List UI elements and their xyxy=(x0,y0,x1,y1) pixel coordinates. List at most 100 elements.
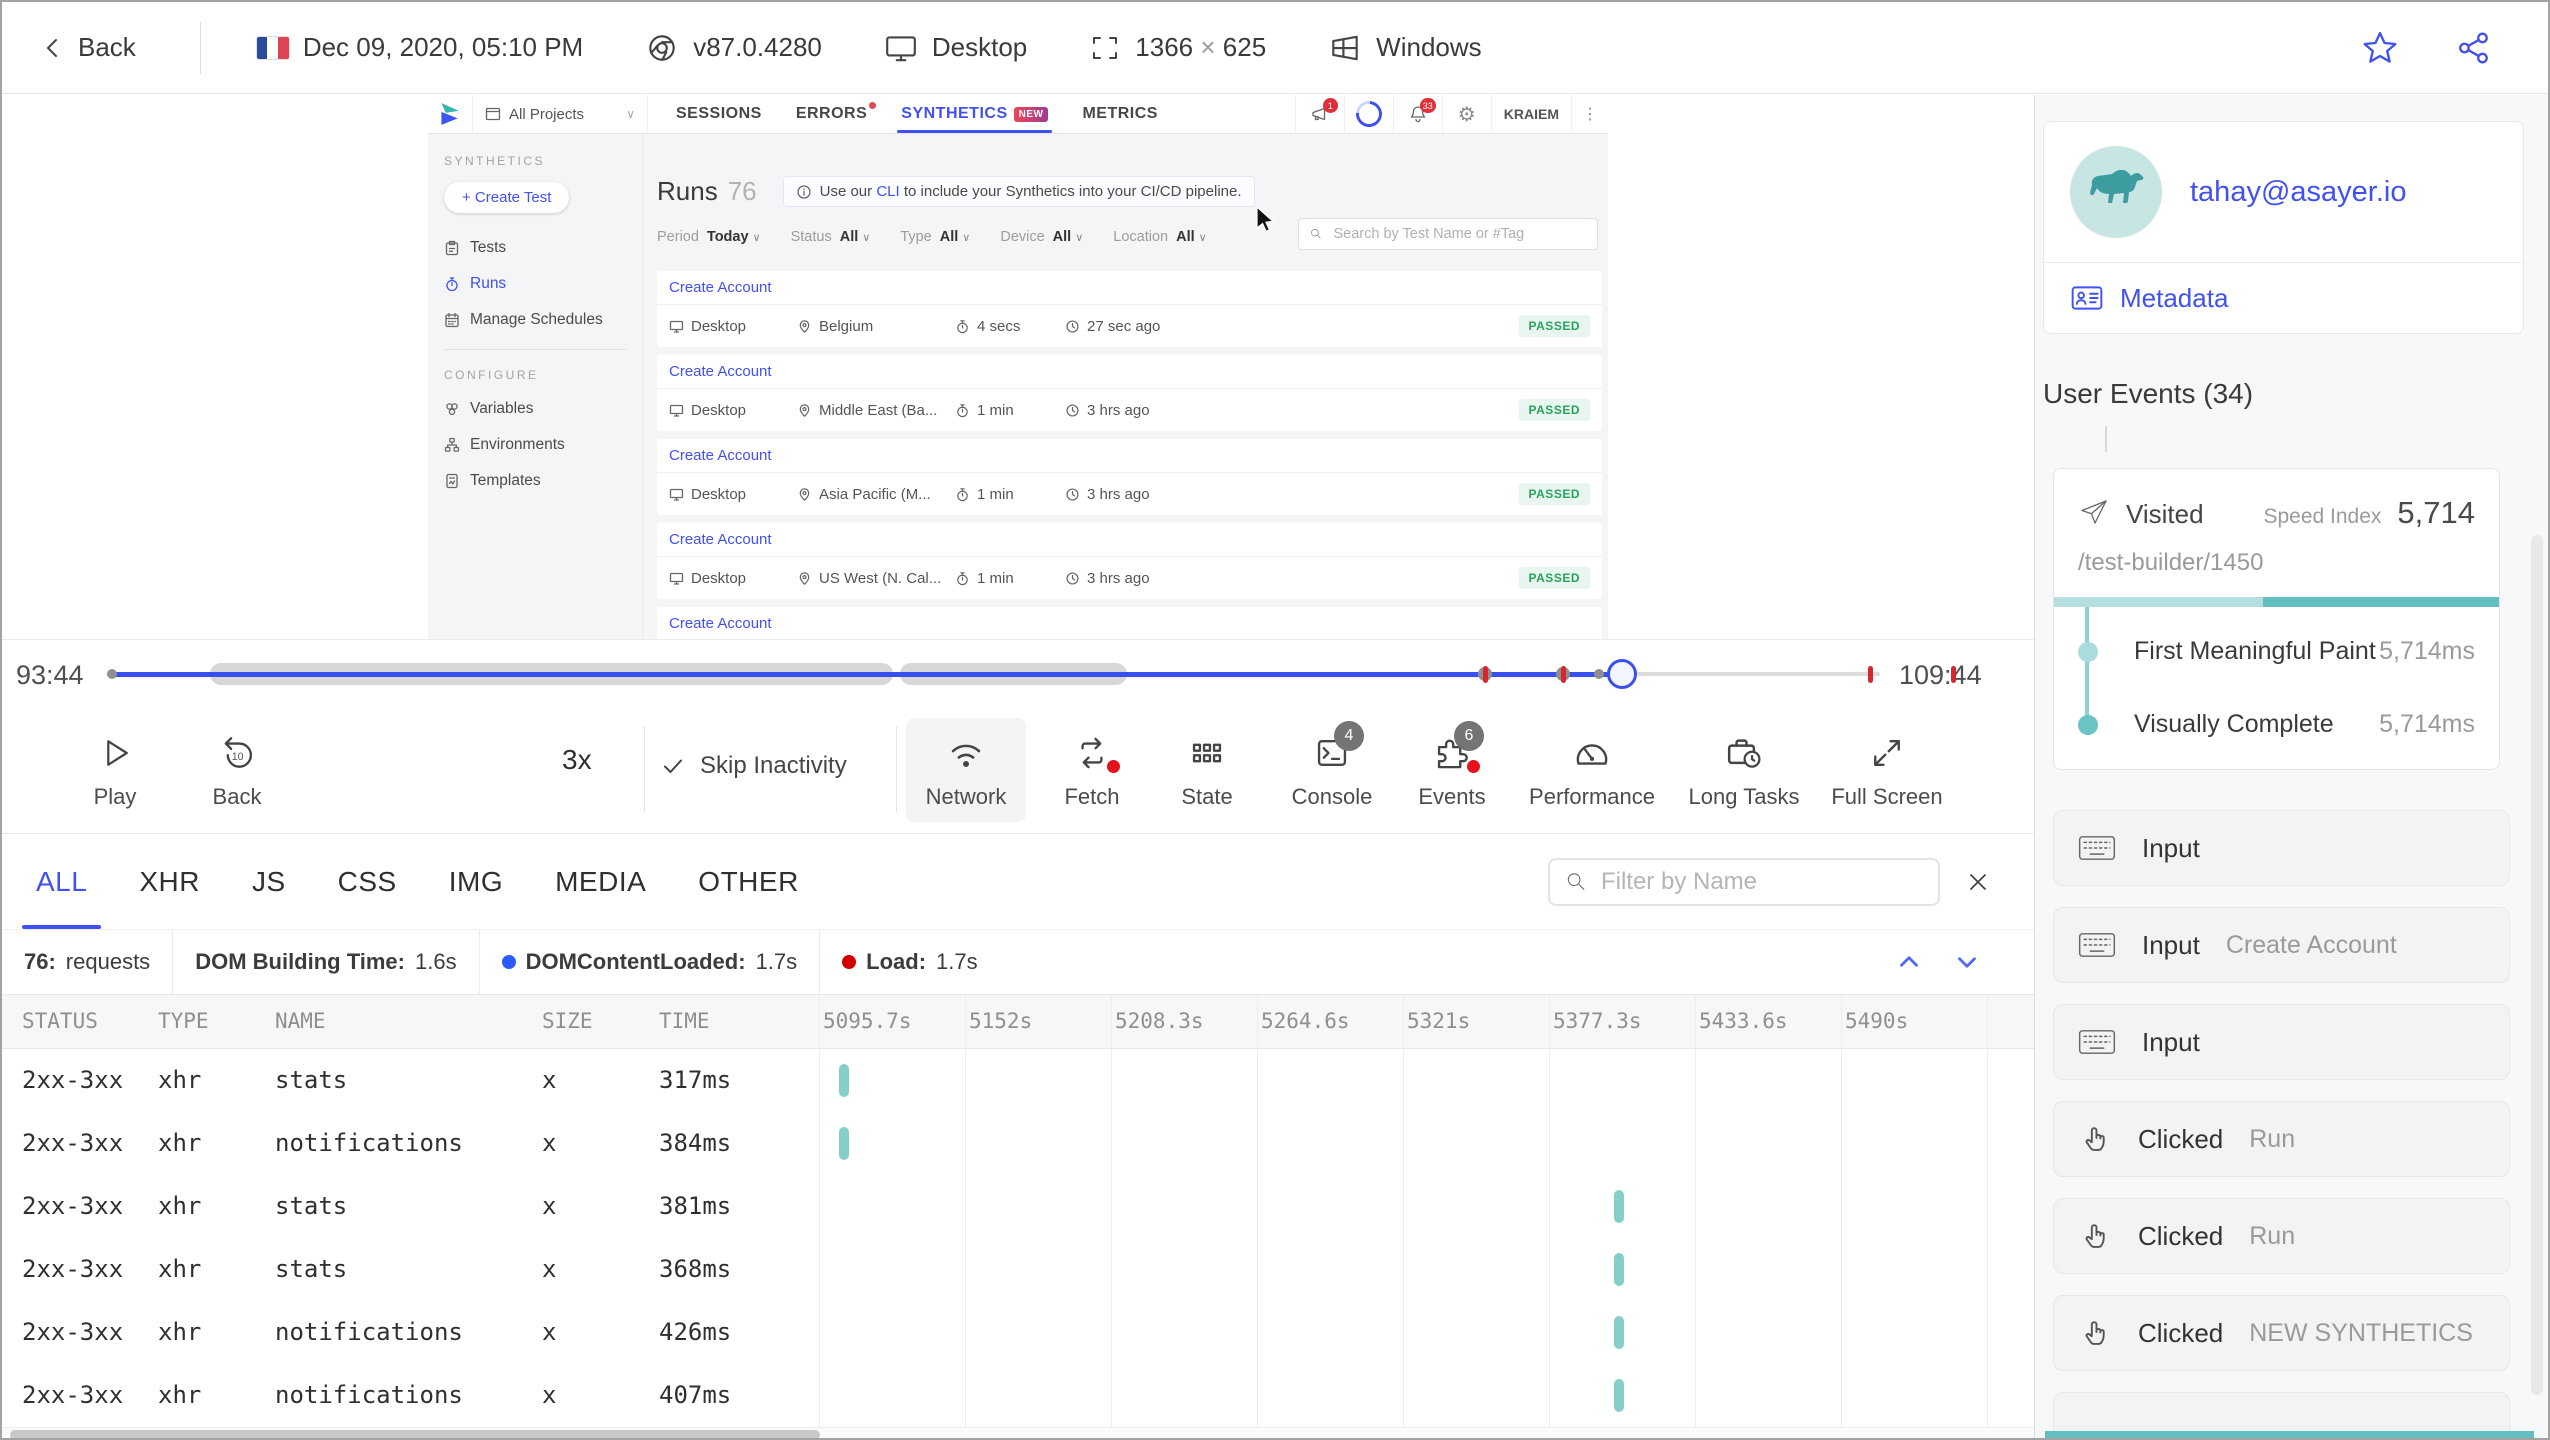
runs-search-input[interactable] xyxy=(1331,225,1587,243)
cli-link[interactable]: CLI xyxy=(876,183,899,200)
user-email[interactable]: tahay@asayer.io xyxy=(2190,176,2406,209)
back-button[interactable]: Back xyxy=(38,32,136,63)
column-header[interactable]: NAME xyxy=(275,1009,326,1033)
network-filter[interactable] xyxy=(1548,857,1940,906)
share-icon[interactable] xyxy=(2456,30,2492,66)
settings-gear-icon[interactable]: ⚙ xyxy=(1441,95,1491,133)
network-filter-input[interactable] xyxy=(1598,866,1924,897)
run-name-link[interactable]: Create Account xyxy=(657,355,1602,389)
kebab-menu-icon[interactable]: ⋮ xyxy=(1571,95,1608,133)
replayed-tab[interactable]: SYNTHETICS NEW xyxy=(897,95,1053,133)
network-tab[interactable]: JS xyxy=(252,834,286,929)
runs-filter[interactable]: Status All ∨ xyxy=(791,229,871,245)
user-event-card[interactable]: Clicked Run xyxy=(2053,1198,2510,1274)
replayed-sidebar-item[interactable]: Runs xyxy=(444,275,642,293)
column-header[interactable]: TYPE xyxy=(158,1009,209,1033)
replayed-sidebar-item[interactable]: Templates xyxy=(444,472,642,490)
metadata-button[interactable]: Metadata xyxy=(2044,262,2523,333)
alert-dot xyxy=(1107,759,1120,773)
full-screen-panel-button[interactable]: Full Screen xyxy=(1827,718,1947,822)
run-card[interactable]: Create Account Desktop Asia Pacific (M..… xyxy=(657,439,1602,515)
horizontal-scrollbar[interactable] xyxy=(2,1427,2034,1438)
console-panel-button[interactable]: 4 Console xyxy=(1272,718,1392,822)
network-request-row[interactable]: 2xx-3xx xhr notifications x 384ms xyxy=(2,1112,2034,1175)
network-tab[interactable]: OTHER xyxy=(698,834,799,929)
run-card[interactable]: Create Account Desktop US West (N. Cal..… xyxy=(657,523,1602,599)
announcements-button[interactable]: 1 xyxy=(1294,95,1344,133)
time-tick-label: 5152s xyxy=(969,1009,1033,1033)
run-card[interactable]: Create Account Desktop Belgium 4 secs 27… xyxy=(657,271,1602,347)
network-tab[interactable]: MEDIA xyxy=(555,834,646,929)
divider xyxy=(444,349,626,350)
network-request-row[interactable]: 2xx-3xx xhr stats x 317ms xyxy=(2,1049,2034,1112)
play-button[interactable]: Play xyxy=(55,718,175,822)
network-tab[interactable]: IMG xyxy=(449,834,503,929)
duration-icon xyxy=(955,403,970,418)
replayed-sidebar-item[interactable]: Variables xyxy=(444,400,642,418)
column-header[interactable]: SIZE xyxy=(542,1009,593,1033)
runs-filter[interactable]: Device All ∨ xyxy=(1000,229,1083,245)
user-event-card[interactable]: Input xyxy=(2053,1004,2510,1080)
network-tab[interactable]: ALL xyxy=(21,834,102,929)
back-10s-button[interactable]: 10 Back xyxy=(177,718,297,822)
user-event-card[interactable]: Input Create Account xyxy=(2053,907,2510,983)
performance-panel-button[interactable]: Performance xyxy=(1529,718,1655,822)
replayed-tab[interactable]: ERRORS xyxy=(796,95,877,133)
replayed-sidebar-item[interactable]: Tests xyxy=(444,239,642,257)
run-card[interactable]: Create Account Desktop Canada (Centra...… xyxy=(657,607,1602,639)
network-request-row[interactable]: 2xx-3xx xhr stats x 368ms xyxy=(2,1238,2034,1301)
network-tab[interactable]: CSS xyxy=(338,834,397,929)
user-menu[interactable]: KRAIEM xyxy=(1490,95,1571,133)
replayed-sidebar-item[interactable]: Environments xyxy=(444,436,642,454)
issue-marker[interactable] xyxy=(1560,665,1566,683)
skip-inactivity-toggle[interactable]: Skip Inactivity xyxy=(660,752,847,780)
issue-marker[interactable] xyxy=(1482,665,1488,683)
favorite-star-icon[interactable] xyxy=(2362,30,2398,66)
network-request-row[interactable]: 2xx-3xx xhr notifications x 407ms xyxy=(2,1364,2034,1427)
column-header[interactable]: STATUS xyxy=(22,1009,98,1033)
run-card[interactable]: Create Account Desktop Middle East (Ba..… xyxy=(657,355,1602,431)
user-event-card[interactable]: Clicked NEW SYNTHETICS xyxy=(2053,1295,2510,1371)
project-selector[interactable]: All Projects ∨ xyxy=(472,95,648,133)
event-marker[interactable] xyxy=(1594,669,1604,679)
runs-filter[interactable]: Type All ∨ xyxy=(900,229,970,245)
visited-event-card[interactable]: Visited Speed Index 5,714 /test-builder/… xyxy=(2053,468,2500,770)
divider xyxy=(644,726,645,812)
vertical-scrollbar[interactable] xyxy=(2531,535,2543,1395)
run-name-link[interactable]: Create Account xyxy=(657,607,1602,639)
network-tab[interactable]: XHR xyxy=(139,834,200,929)
device-type: Desktop xyxy=(931,32,1028,62)
user-event-card[interactable]: Clicked Run xyxy=(2053,1101,2510,1177)
state-panel-button[interactable]: State xyxy=(1147,718,1267,822)
run-name-link[interactable]: Create Account xyxy=(657,523,1602,557)
network-request-row[interactable]: 2xx-3xx xhr notifications x 426ms xyxy=(2,1301,2034,1364)
notifications-button[interactable]: 33 xyxy=(1392,95,1442,133)
runs-filter[interactable]: Period Today ∨ xyxy=(657,229,761,245)
issue-marker[interactable] xyxy=(1867,665,1873,683)
replayed-tab[interactable]: METRICS xyxy=(1082,95,1158,133)
network-panel-button[interactable]: Network xyxy=(906,718,1026,822)
replayed-tab[interactable]: SESSIONS xyxy=(676,95,762,133)
chevron-up-icon[interactable] xyxy=(1894,947,1924,977)
runs-filter[interactable]: Location All ∨ xyxy=(1113,229,1206,245)
run-name-link[interactable]: Create Account xyxy=(657,439,1602,473)
run-name-link[interactable]: Create Account xyxy=(657,271,1602,305)
user-event-card[interactable]: Input xyxy=(2053,810,2510,886)
replayed-sidebar-item[interactable]: Manage Schedules xyxy=(444,311,642,329)
event-marker[interactable] xyxy=(107,669,117,679)
events-panel-button[interactable]: 6 Events xyxy=(1392,718,1512,822)
timeline-handle[interactable] xyxy=(1607,659,1637,689)
fetch-panel-button[interactable]: Fetch xyxy=(1032,718,1152,822)
top-bar: Back Dec 09, 2020, 05:10 PM v87.0.4280 D… xyxy=(2,2,2548,94)
close-panel-icon[interactable] xyxy=(1964,868,1992,896)
playback-timeline[interactable]: 93:44 109:44 xyxy=(2,639,2034,708)
column-header[interactable]: TIME xyxy=(659,1009,710,1033)
chevron-down-icon[interactable] xyxy=(1952,947,1982,977)
scrollbar-thumb[interactable] xyxy=(10,1430,820,1438)
network-request-row[interactable]: 2xx-3xx xhr stats x 381ms xyxy=(2,1175,2034,1238)
long-tasks-panel-button[interactable]: Long Tasks xyxy=(1684,718,1804,822)
create-test-button[interactable]: + Create Test xyxy=(444,182,570,213)
issue-marker[interactable] xyxy=(1950,665,1956,683)
runs-search[interactable] xyxy=(1298,218,1598,250)
cell-status: 2xx-3xx xyxy=(22,1129,124,1157)
